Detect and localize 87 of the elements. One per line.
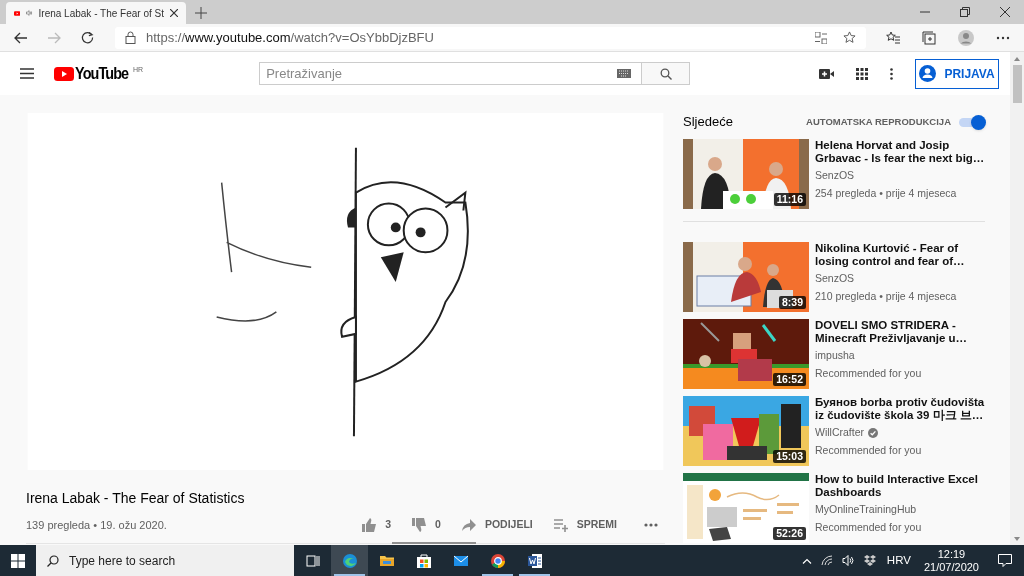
translate-icon[interactable] [815,31,827,44]
scroll-up-icon[interactable] [1014,57,1020,61]
video-meta: Recommended for you [815,442,923,458]
chrome-browser-icon [489,552,506,569]
video-meta: 254 pregleda • prije 4 mjeseca [815,185,958,201]
speaker-icon[interactable] [841,555,855,566]
video-camera-icon[interactable] [819,68,834,79]
share-button[interactable]: PODIJELI [461,517,533,533]
tab-title: Irena Labak - The Fear of St [38,6,164,21]
video-title: Irena Labak - The Fear of Statistics [26,489,246,509]
autoplay-label: AUTOMATSKA REPRODUKCIJA [806,114,951,129]
favorites-icon[interactable] [886,31,900,44]
menu-icon[interactable] [20,68,34,79]
url-text: https://www.youtube.com/watch?v=OsYbbDjzBFU [146,28,434,47]
channel-name[interactable]: impusha [815,348,855,364]
duration-label: 11:16 [773,193,806,206]
video-title-link[interactable]: Helena Horvat and Josip Grbavac - Is fear the next big… [815,139,985,164]
chevron-up-icon[interactable] [801,557,812,564]
sign-in-button[interactable]: PRIJAVA [915,58,999,89]
duration-label: 8:39 [779,296,806,309]
thumbs-up-icon [362,518,377,533]
play-logo-icon [54,66,74,81]
scroll-thumb[interactable] [1012,65,1022,103]
account-icon [919,65,937,82]
youtube-icon [14,8,21,18]
video-title-link[interactable]: Nikolina Kurtović - Fear of losing control and fear of… [815,242,985,267]
word-document-icon [526,552,543,569]
video-title-link[interactable]: Буянов borba protiv čudovišta iz čudovište škola 39 마크 브… [815,396,985,421]
verified-check-icon [868,427,878,438]
windows-start-icon[interactable] [11,553,25,568]
thumbs-down-icon [412,518,427,533]
duration-label: 15:03 [773,450,806,463]
collections-icon[interactable] [922,30,936,45]
close-icon[interactable] [1000,7,1010,17]
search-button[interactable] [642,62,691,85]
clock-date[interactable]: 21/07/2020 [923,560,979,574]
more-icon[interactable] [996,35,1010,40]
clock-time[interactable]: 12:19 [937,547,966,561]
video-meta: 210 pregleda • prije 4 mjeseca [815,288,958,304]
restore-icon[interactable] [960,7,970,17]
duration-label: 16:52 [773,373,806,386]
search-icon [47,555,59,567]
back-icon[interactable] [14,31,28,44]
more-icon[interactable] [644,523,658,528]
forward-icon [47,31,61,44]
playlist-add-icon [553,518,568,533]
speaker-icon [26,8,33,18]
dislike-button[interactable]: 0 [412,517,441,533]
task-view-icon [304,552,321,569]
notifications-icon[interactable] [998,554,1012,567]
apps-grid-icon[interactable] [856,67,868,80]
video-meta: 139 pregleda • 19. ožu 2020. [26,517,167,533]
channel-name[interactable]: SenzOS [815,168,855,184]
autoplay-toggle[interactable] [959,115,985,129]
like-button[interactable]: 3 [362,517,392,533]
edge-browser-icon [341,552,358,569]
new-tab-icon[interactable] [195,7,207,19]
logo-text: YouTube [75,64,129,83]
scrollbar[interactable] [1010,52,1024,545]
language-indicator[interactable]: HRV [886,551,911,570]
video-title-link[interactable]: How to build Interactive Excel Dashboards [815,473,985,498]
dropbox-icon[interactable] [863,555,876,566]
video-title-link[interactable]: DOVELI SMO STRIDERA - Minecraft Preživljavanje u… [815,319,985,344]
keyboard-icon[interactable] [617,69,632,78]
taskbar-search-field[interactable]: Type here to search [36,545,294,576]
share-arrow-icon [461,518,476,533]
refresh-icon[interactable] [81,31,94,44]
scroll-down-icon[interactable] [1014,537,1020,541]
channel-name[interactable]: WillCrafter [815,425,864,441]
video-meta: Recommended for you [815,365,923,381]
section-heading: Sljedeće [683,113,733,132]
close-icon[interactable] [170,9,178,17]
browser-tab[interactable]: Irena Labak - The Fear of St [6,2,186,24]
star-icon[interactable] [843,31,856,44]
save-button[interactable]: SPREMI [553,517,617,533]
channel-name[interactable]: MyOnlineTrainingHub [815,502,917,518]
search-field[interactable]: Pretraživanje [259,62,643,85]
video-meta: Recommended for you [815,519,923,535]
more-vertical-icon[interactable] [890,67,893,80]
channel-name[interactable]: SenzOS [815,271,855,287]
lock-icon [125,31,136,44]
wifi-icon[interactable] [820,555,833,566]
address-bar[interactable]: https://www.youtube.com/watch?v=OsYbbDjzBFU [115,26,866,49]
store-bag-icon [415,552,432,569]
search-icon [659,67,672,80]
duration-label: 52:26 [773,527,806,540]
profile-avatar-icon[interactable] [958,29,974,46]
